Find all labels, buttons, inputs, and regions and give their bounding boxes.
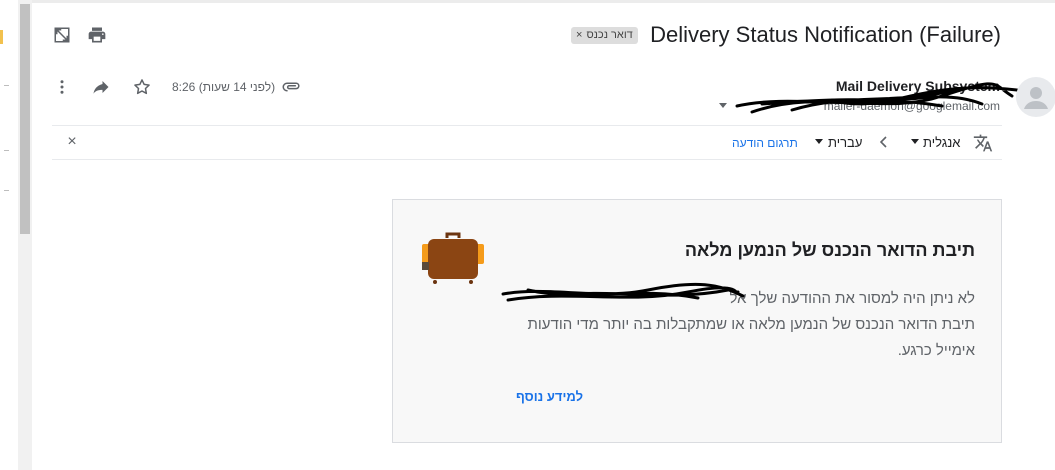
- card-body-line1: לא ניתן היה למסור את ההודעה שלך אל: [729, 290, 975, 307]
- chevron-left-icon[interactable]: [878, 135, 890, 149]
- label-chip-inbox[interactable]: דואר נכנס ×: [571, 27, 638, 44]
- label-remove-button[interactable]: ×: [576, 27, 582, 44]
- star-icon[interactable]: [131, 76, 153, 98]
- notification-card: תיבת הדואר הנכנס של הנמען מלאה לא ניתן ה…: [392, 199, 1002, 443]
- top-divider: [30, 0, 1055, 3]
- scrollbar-thumb[interactable]: [20, 4, 30, 234]
- avatar[interactable]: [1016, 77, 1055, 117]
- translate-message-link[interactable]: תרגום הודעה: [732, 136, 798, 150]
- label-chip-text: דואר נכנס: [586, 29, 633, 41]
- card-title: תיבת הדואר הנכנס של הנמען מלאה: [684, 240, 975, 260]
- translate-bar: × תרגום הודעה עברית אנגלית: [52, 125, 1002, 160]
- sender-email: mailer-daemon@googlemail.com: [823, 99, 1000, 113]
- left-nav-edge: [0, 0, 18, 470]
- card-body: לא ניתן היה למסור את ההודעה שלך אל תיבת …: [505, 286, 975, 364]
- translate-icon: [972, 132, 994, 154]
- email-time: 8:26 (לפני 14 שעות): [172, 80, 276, 94]
- sender-name[interactable]: Mail Delivery Subsystem: [836, 78, 1000, 94]
- close-icon[interactable]: ×: [64, 133, 80, 150]
- learn-more-link[interactable]: למידע נוסף: [516, 389, 583, 404]
- email-subject: Delivery Status Notification (Failure): [650, 22, 1001, 47]
- forward-icon[interactable]: [90, 77, 112, 97]
- card-body-line2: תיבת הדואר הנכנס של הנמען מלאה או שמתקבל…: [527, 316, 975, 359]
- chevron-down-icon[interactable]: [814, 138, 824, 146]
- open-in-new-window-icon[interactable]: [51, 24, 73, 46]
- print-icon[interactable]: [86, 24, 108, 46]
- more-vert-icon[interactable]: [52, 77, 72, 97]
- source-language-select[interactable]: אנגלית: [923, 135, 960, 150]
- paperclip-icon: [281, 78, 303, 96]
- suitcase-icon: [418, 230, 488, 288]
- chevron-down-icon[interactable]: [910, 138, 920, 146]
- chevron-down-icon[interactable]: [717, 101, 729, 111]
- target-language-select[interactable]: עברית: [828, 135, 862, 150]
